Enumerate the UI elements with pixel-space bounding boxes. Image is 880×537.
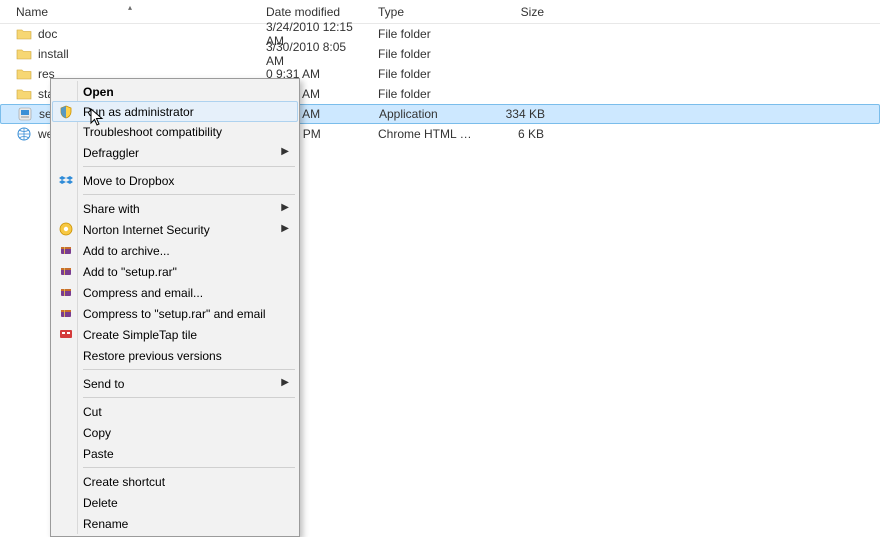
menu-add-to-archive[interactable]: Add to archive...	[53, 240, 297, 261]
menu-run-as-administrator-label: Run as administrator	[83, 105, 194, 119]
menu-paste[interactable]: Paste	[53, 443, 297, 464]
menu-add-to-setup-rar[interactable]: Add to "setup.rar"	[53, 261, 297, 282]
column-header-size-label: Size	[521, 5, 544, 19]
folder-icon	[16, 86, 32, 102]
column-header-date-label: Date modified	[266, 5, 340, 19]
menu-norton-label: Norton Internet Security	[83, 223, 210, 237]
menu-cut[interactable]: Cut	[53, 401, 297, 422]
winrar-icon	[58, 305, 74, 321]
menu-defraggler-label: Defraggler	[83, 146, 139, 160]
file-row[interactable]: install3/30/2010 8:05 AMFile folder	[0, 44, 880, 64]
menu-create-simpletap-tile[interactable]: Create SimpleTap tile	[53, 324, 297, 345]
winrar-icon	[58, 284, 74, 300]
menu-separator	[83, 194, 295, 195]
context-menu: Open Run as administrator Troubleshoot c…	[50, 78, 300, 537]
winrar-icon	[58, 242, 74, 258]
file-type-label: File folder	[372, 87, 484, 101]
menu-separator	[83, 397, 295, 398]
column-header-row: ▴ Name Date modified Type Size	[0, 0, 880, 24]
file-size-label: 334 KB	[485, 107, 555, 121]
menu-copy-label: Copy	[83, 426, 111, 440]
menu-defraggler[interactable]: Defraggler ▶	[53, 142, 297, 163]
menu-send-to[interactable]: Send to ▶	[53, 373, 297, 394]
menu-cut-label: Cut	[83, 405, 102, 419]
winrar-icon	[58, 263, 74, 279]
menu-open[interactable]: Open	[53, 81, 297, 102]
file-type-label: Chrome HTML Do...	[372, 127, 484, 141]
menu-paste-label: Paste	[83, 447, 114, 461]
folder-icon	[16, 46, 32, 62]
file-type-label: File folder	[372, 47, 484, 61]
column-header-size[interactable]: Size	[484, 5, 554, 19]
file-name-label: doc	[38, 27, 57, 41]
menu-run-as-administrator[interactable]: Run as administrator	[52, 101, 298, 122]
menu-compresssetupemail-label: Compress to "setup.rar" and email	[83, 307, 266, 321]
menu-compress-and-email[interactable]: Compress and email...	[53, 282, 297, 303]
menu-move-to-dropbox[interactable]: Move to Dropbox	[53, 170, 297, 191]
menu-addsetuprar-label: Add to "setup.rar"	[83, 265, 177, 279]
shield-icon	[58, 104, 74, 120]
sort-ascending-icon: ▴	[0, 3, 260, 12]
dropbox-icon	[58, 172, 74, 188]
norton-icon	[58, 221, 74, 237]
menu-rename[interactable]: Rename	[53, 513, 297, 534]
menu-simpletap-label: Create SimpleTap tile	[83, 328, 197, 342]
submenu-arrow-icon: ▶	[281, 202, 289, 213]
file-type-label: File folder	[372, 67, 484, 81]
menu-share-with[interactable]: Share with ▶	[53, 198, 297, 219]
file-name-label: install	[38, 47, 69, 61]
file-type-label: File folder	[372, 27, 484, 41]
html-file-icon	[16, 126, 32, 142]
file-size-label: 6 KB	[484, 127, 554, 141]
menu-troubleshoot-compatibility[interactable]: Troubleshoot compatibility	[53, 121, 297, 142]
menu-separator	[83, 166, 295, 167]
menu-norton[interactable]: Norton Internet Security ▶	[53, 219, 297, 240]
menu-rename-label: Rename	[83, 517, 128, 531]
file-date-label: 3/30/2010 8:05 AM	[260, 40, 372, 68]
column-header-name[interactable]: ▴ Name	[0, 5, 260, 19]
menu-separator	[83, 369, 295, 370]
menu-restore-previous-versions[interactable]: Restore previous versions	[53, 345, 297, 366]
menu-sendto-label: Send to	[83, 377, 124, 391]
simpletap-icon	[58, 326, 74, 342]
submenu-arrow-icon: ▶	[281, 146, 289, 157]
application-icon	[17, 106, 33, 122]
column-header-date[interactable]: Date modified	[260, 5, 372, 19]
file-row[interactable]: doc3/24/2010 12:15 AMFile folder	[0, 24, 880, 44]
submenu-arrow-icon: ▶	[281, 377, 289, 388]
menu-delete-label: Delete	[83, 496, 118, 510]
menu-restoreprev-label: Restore previous versions	[83, 349, 222, 363]
folder-icon	[16, 66, 32, 82]
menu-copy[interactable]: Copy	[53, 422, 297, 443]
submenu-arrow-icon: ▶	[281, 223, 289, 234]
menu-delete[interactable]: Delete	[53, 492, 297, 513]
menu-sharewith-label: Share with	[83, 202, 140, 216]
menu-compress-to-setup-rar-and-email[interactable]: Compress to "setup.rar" and email	[53, 303, 297, 324]
menu-create-shortcut[interactable]: Create shortcut	[53, 471, 297, 492]
menu-createshortcut-label: Create shortcut	[83, 475, 165, 489]
menu-open-label: Open	[83, 85, 114, 99]
menu-troubleshoot-label: Troubleshoot compatibility	[83, 125, 222, 139]
column-header-type[interactable]: Type	[372, 5, 484, 19]
menu-compressemail-label: Compress and email...	[83, 286, 203, 300]
file-type-label: Application	[373, 107, 485, 121]
menu-dropbox-label: Move to Dropbox	[83, 174, 174, 188]
column-header-type-label: Type	[378, 5, 404, 19]
folder-icon	[16, 26, 32, 42]
menu-addarchive-label: Add to archive...	[83, 244, 170, 258]
menu-separator	[83, 467, 295, 468]
